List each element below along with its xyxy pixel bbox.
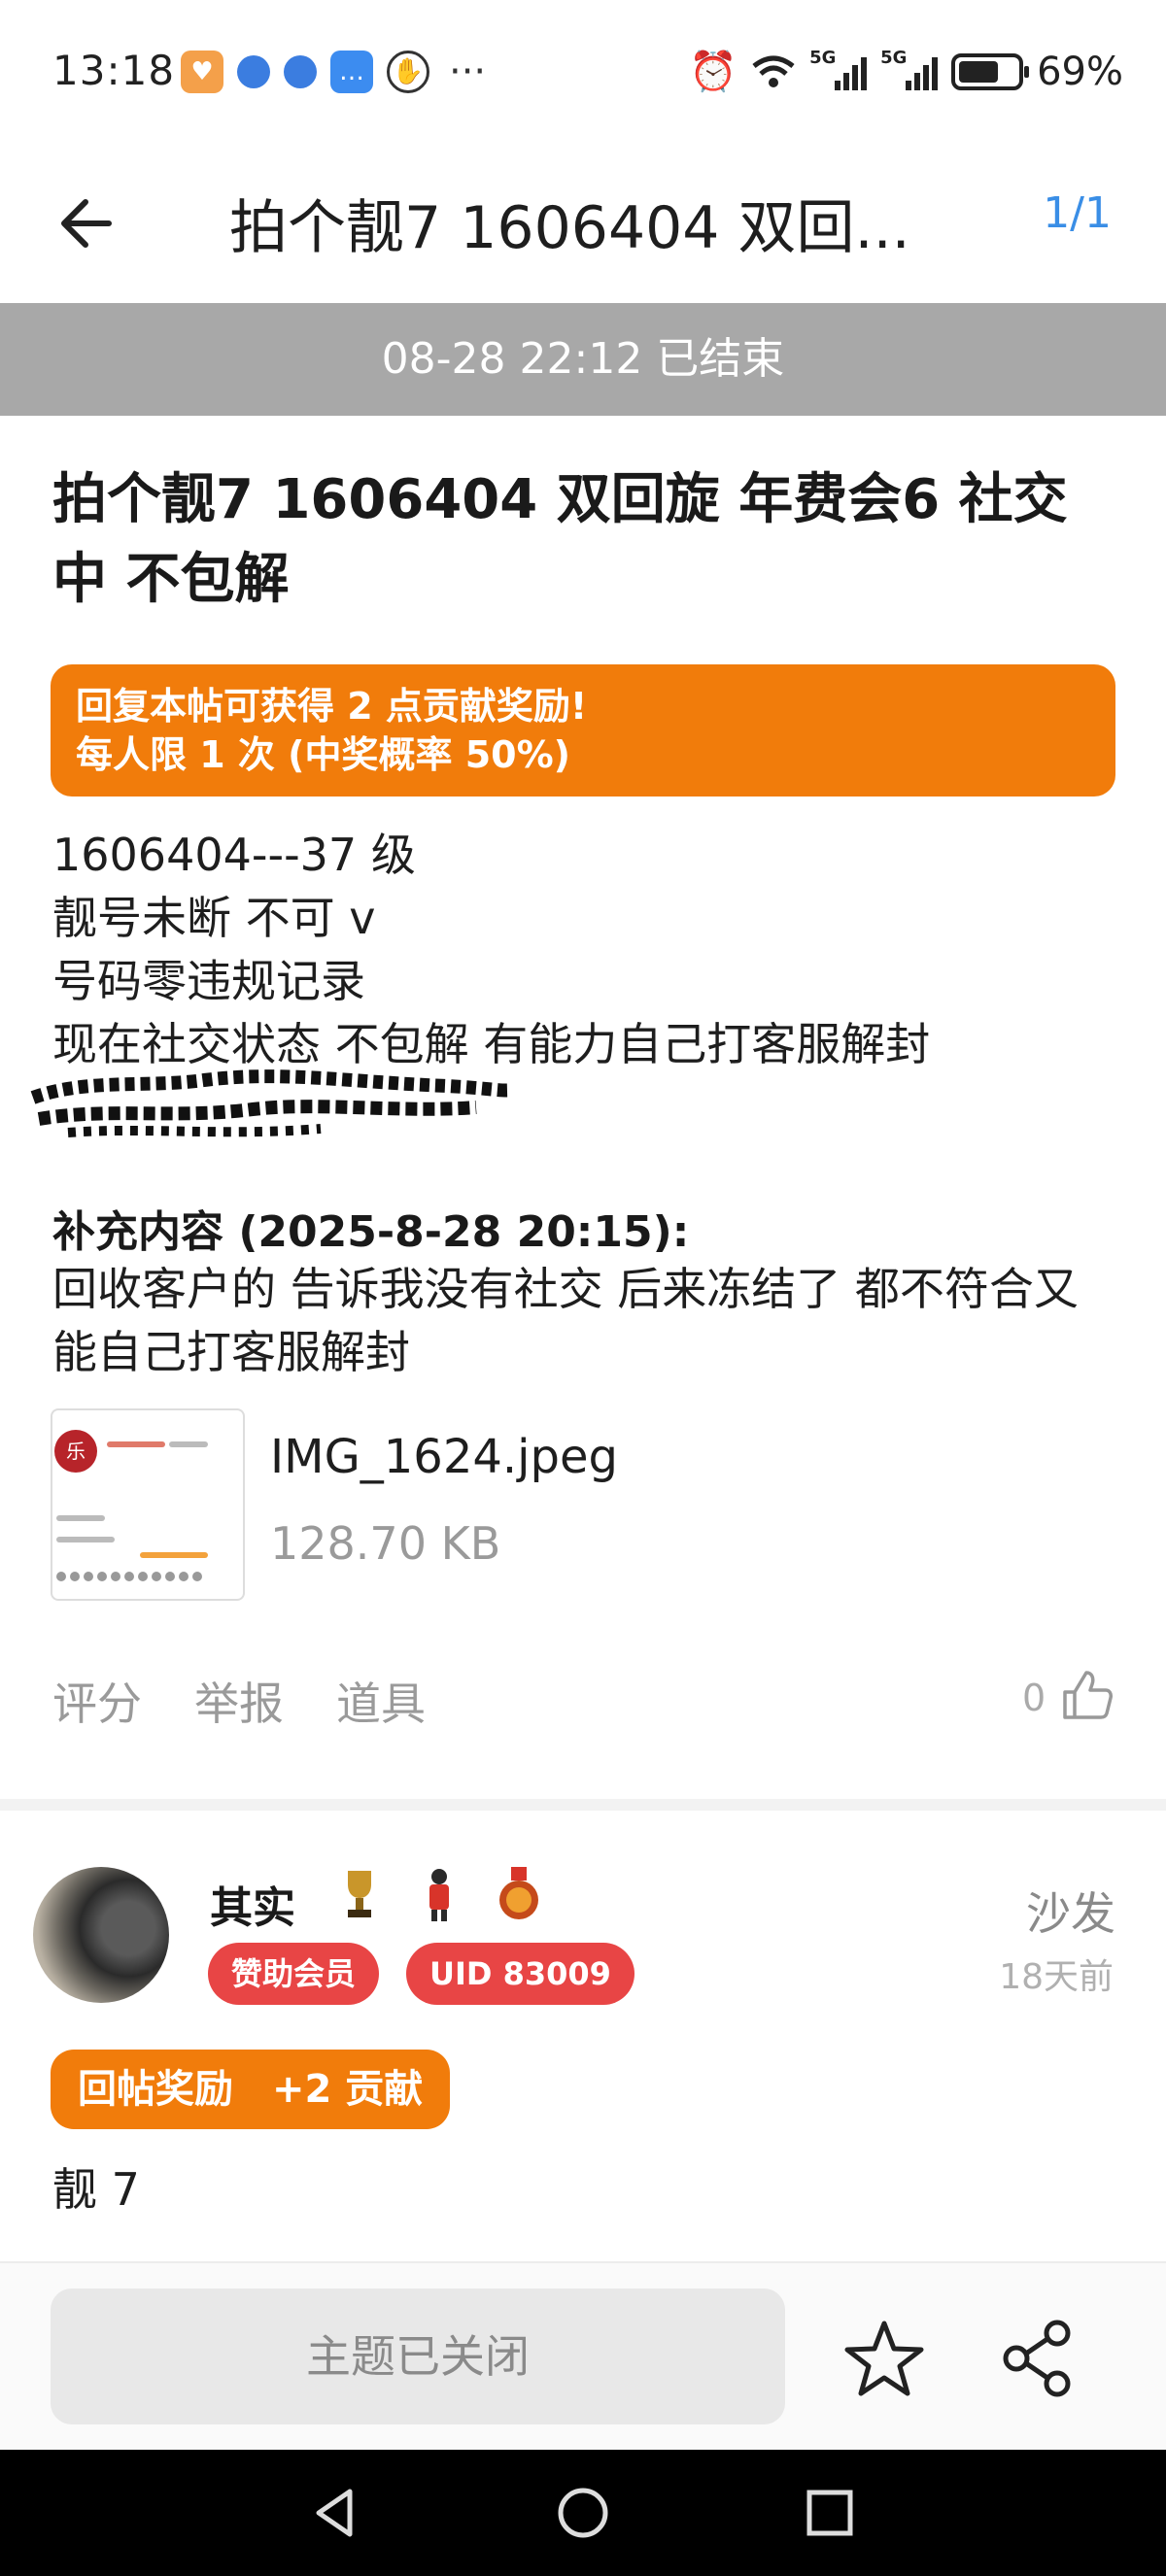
page-indicator[interactable]: 1/1 <box>1043 188 1112 238</box>
report-button[interactable]: 举报 <box>194 1669 284 1733</box>
reply-username[interactable]: 其实 <box>210 1873 295 1935</box>
header-title: 拍个靓7 1606404 双回... <box>229 194 910 262</box>
attachment-thumbnail[interactable]: 乐 <box>51 1408 245 1601</box>
reply-reward-badge: 回帖奖励 +2 贡献 <box>51 2050 451 2129</box>
thumbnail-emoji-row <box>56 1572 202 1581</box>
supplement-title: 补充内容 (2025-8-28 20:15): <box>52 1207 690 1257</box>
user-badges: 赞助会员 UID 83009 <box>208 1943 634 2005</box>
share-icon[interactable] <box>997 2318 1079 2399</box>
reply-content: 靓 7 <box>52 2163 140 2216</box>
post-actions: 评分 举报 道具 <box>52 1669 426 1733</box>
battery-icon <box>951 52 1030 90</box>
signal-5g-icon-2: 5G <box>880 48 939 90</box>
floor-label: 沙发 <box>1026 1887 1115 1940</box>
body-line: 现在社交状态 不包解 有能力自己打客服解封 <box>52 1018 931 1070</box>
reply-reward-banner: 回复本帖可获得 2 点贡献奖励! 每人限 1 次 (中奖概率 50%) <box>51 664 1115 797</box>
notification-icons: ♥ … ✋ ··· <box>181 51 486 93</box>
props-button[interactable]: 道具 <box>336 1669 426 1733</box>
body-line: 号码零违规记录 <box>52 955 365 1007</box>
thumbnail-line <box>56 1537 115 1542</box>
thumbs-up-icon[interactable] <box>1061 1669 1114 1721</box>
wifi-icon <box>752 55 795 87</box>
section-divider <box>0 1799 1166 1811</box>
nav-home-icon[interactable] <box>554 2484 612 2542</box>
trophy-medal-icon <box>348 1871 371 1917</box>
status-bar: 13:18 ♥ … ✋ ··· ⏰ 5G 5G 69% <box>0 0 1166 146</box>
reply-time: 18天前 <box>999 1957 1114 1997</box>
more-notifications-icon: ··· <box>449 50 487 94</box>
thumbnail-line <box>107 1441 165 1447</box>
battery-percent: 69% <box>1037 49 1123 94</box>
attachment-filename[interactable]: IMG_1624.jpeg <box>270 1430 618 1484</box>
post-title: 拍个靓7 1606404 双回旋 年费会6 社交中 不包解 <box>52 468 1068 611</box>
signal-5g-icon-1: 5G <box>809 48 868 90</box>
body-line: 1606404---37 级 <box>52 829 416 881</box>
nav-back-icon[interactable] <box>307 2484 365 2542</box>
ended-status-banner: 08-28 22:12 已结束 <box>0 303 1166 416</box>
medal-row <box>336 1867 542 1923</box>
star-icon[interactable] <box>843 2318 925 2399</box>
thread-closed-input: 主题已关闭 <box>51 2288 785 2424</box>
status-time: 13:18 <box>52 47 176 94</box>
system-navigation-bar <box>0 2450 1166 2576</box>
signal-tag: 5G <box>809 47 837 68</box>
back-arrow-icon[interactable] <box>52 185 130 262</box>
reward-line-1: 回复本帖可获得 2 点贡献奖励! <box>76 685 588 728</box>
thumbnail-line <box>140 1552 208 1558</box>
uid-badge: UID 83009 <box>406 1943 634 2005</box>
battery-level <box>959 60 999 83</box>
sponsor-member-badge: 赞助会员 <box>208 1943 380 2005</box>
avatar[interactable] <box>33 1867 169 2003</box>
thumbnail-logo-icon: 乐 <box>54 1430 97 1473</box>
post-body: 1606404---37 级 靓号未断 不可 v 号码零违规记录 现在社交状态 … <box>52 824 930 1076</box>
attachment-filesize: 128.70 KB <box>270 1517 501 1570</box>
thumbnail-line <box>169 1441 208 1447</box>
bubble-app-icon <box>237 55 270 88</box>
body-line: 靓号未断 不可 v <box>52 892 376 944</box>
bubble-app-icon-2 <box>284 55 317 88</box>
supplement-text: 回收客户的 告诉我没有社交 后来冻结了 都不符合又能自己打客服解封 <box>52 1263 1079 1378</box>
system-indicators: ⏰ 5G 5G 69% <box>689 48 1123 95</box>
figure-medal-icon <box>429 1869 449 1921</box>
signal-tag: 5G <box>880 47 908 68</box>
alarm-icon: ⏰ <box>689 50 738 94</box>
message-app-icon: … <box>330 51 373 93</box>
nav-recents-icon[interactable] <box>801 2484 859 2542</box>
round-medal-icon <box>499 1867 538 1919</box>
rate-button[interactable]: 评分 <box>52 1669 142 1733</box>
thumbnail-line <box>56 1515 105 1521</box>
hand-app-icon: ✋ <box>387 51 429 93</box>
redaction-scribble <box>30 1069 514 1137</box>
reward-line-2: 每人限 1 次 (中奖概率 50%) <box>76 733 571 776</box>
heart-app-icon: ♥ <box>181 51 223 93</box>
bottom-action-bar: 主题已关闭 <box>0 2261 1166 2450</box>
like-count: 0 <box>1022 1677 1046 1719</box>
top-app-bar: 拍个靓7 1606404 双回... 1/1 <box>0 146 1166 301</box>
